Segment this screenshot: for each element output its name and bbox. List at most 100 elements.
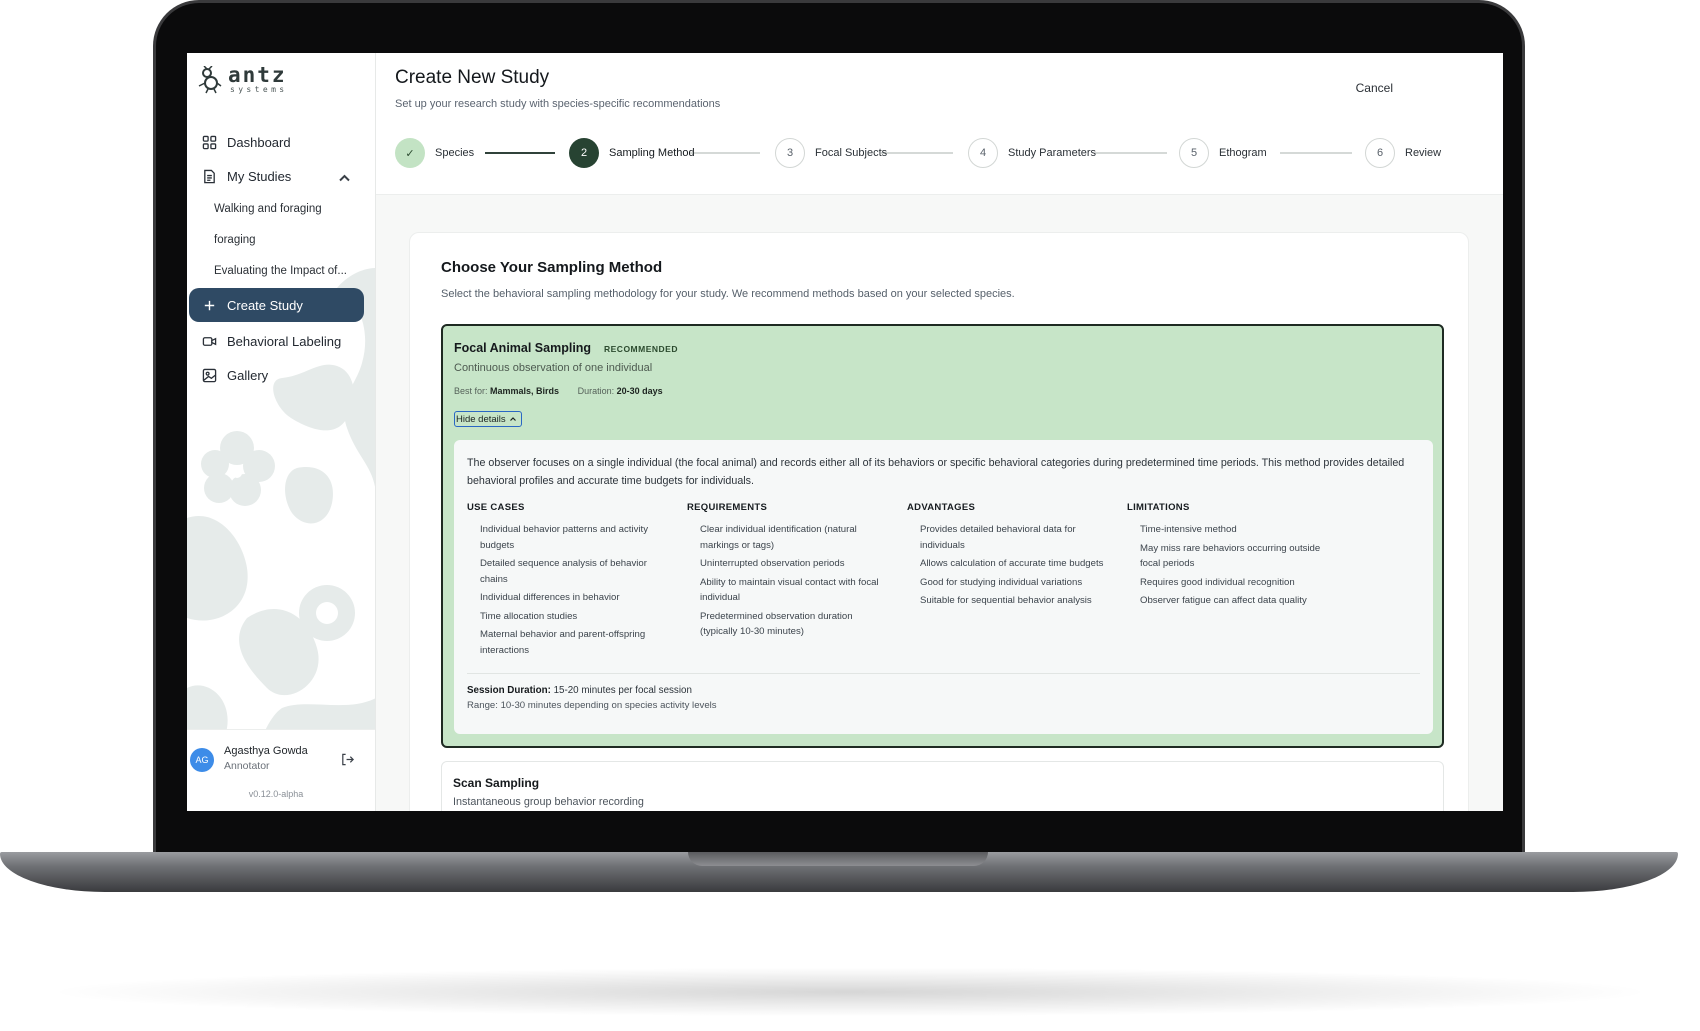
column-heading: USE CASES (467, 502, 525, 513)
session-duration: Session Duration: 15-20 minutes per foca… (467, 685, 692, 696)
ant-logo-icon (198, 65, 222, 93)
page-subtitle: Set up your research study with species-… (395, 98, 721, 110)
screen: antz systems Dashboard My Studies Walkin… (187, 53, 1503, 811)
method-option-focal-animal-sampling[interactable]: Focal Animal Sampling RECOMMENDED Contin… (441, 324, 1444, 748)
chevron-up-icon (509, 417, 516, 421)
logo-subtitle: systems (230, 85, 288, 94)
image-icon (202, 368, 217, 382)
list-item: Good for studying individual variations (920, 576, 1083, 588)
list-item: Time-intensive method (1140, 524, 1237, 535)
list-item: Allows calculation of accurate time budg… (920, 558, 1104, 569)
sidebar-item-create-study[interactable]: Create Study (189, 288, 364, 322)
list-item: Observer fatigue can affect data quality (1140, 595, 1307, 606)
sidebar-study-link[interactable]: Evaluating the Impact of... (187, 255, 375, 286)
method-option-scan-sampling[interactable]: Scan Sampling Instantaneous group behavi… (441, 761, 1444, 811)
sidebar-item-gallery[interactable]: Gallery (187, 358, 375, 392)
step-number: 4 (968, 138, 998, 168)
duration-value: 20-30 days (616, 386, 663, 396)
step-number: 5 (1179, 138, 1209, 168)
list-item: Individual behavior patterns and activit… (480, 524, 648, 551)
step-focal-subjects[interactable]: 3 Focal Subjects (775, 137, 887, 169)
sidebar-item-label: Behavioral Labeling (227, 333, 342, 349)
method-description: Continuous observation of one individual (454, 362, 653, 374)
list-item: Predetermined observation duration (typi… (700, 610, 853, 638)
list-item: Maternal behavior and parent-offspring i… (480, 629, 646, 656)
sidebar-study-link[interactable]: Walking and foraging (187, 193, 375, 224)
column-heading: LIMITATIONS (1127, 502, 1190, 513)
antz-logo[interactable]: antz systems (198, 65, 288, 94)
hide-details-button[interactable]: Hide details (454, 411, 522, 427)
column-heading: ADVANTAGES (907, 502, 976, 513)
step-connector (881, 152, 953, 154)
logout-icon[interactable] (340, 752, 355, 767)
user-name: Agasthya Gowda (224, 745, 308, 757)
step-connector (1095, 152, 1167, 154)
list-item: Requires good individual recognition (1140, 576, 1295, 588)
list-item: Ability to maintain visual contact with … (700, 576, 879, 604)
sidebar-item-dashboard[interactable]: Dashboard (187, 125, 375, 159)
step-review[interactable]: 6 Review (1365, 137, 1441, 169)
step-label: Species (435, 147, 475, 159)
sidebar: antz systems Dashboard My Studies Walkin… (187, 53, 376, 811)
step-connector (690, 152, 760, 154)
video-camera-icon (202, 336, 217, 346)
step-connector (1280, 152, 1352, 154)
session-duration-label: Session Duration: (467, 685, 551, 696)
sidebar-item-behavioral-labeling[interactable]: Behavioral Labeling (187, 324, 375, 358)
limitations-column: LIMITATIONS Time-intensive method May mi… (1127, 502, 1327, 612)
method-description: Instantaneous group behavior recording (453, 796, 644, 808)
document-icon (204, 169, 215, 183)
check-icon: ✓ (395, 138, 425, 168)
sidebar-study-link[interactable]: foraging (187, 224, 375, 255)
method-details-panel: The observer focuses on a single individ… (454, 440, 1433, 734)
avatar[interactable]: AG (190, 748, 214, 772)
sidebar-item-label: Dashboard (227, 134, 291, 150)
wizard-stepper: ✓ Species 2 Sampling Method 3 Focal Subj… (395, 137, 1495, 169)
step-species[interactable]: ✓ Species (395, 137, 474, 169)
session-duration-value: 15-20 minutes per focal session (553, 685, 692, 696)
section-title: Choose Your Sampling Method (441, 259, 663, 276)
best-for-label: Best for: (454, 386, 488, 396)
divider (467, 673, 1420, 674)
list-item: Clear individual identification (natural… (700, 524, 857, 551)
best-for-value: Mammals, Birds (490, 386, 560, 396)
step-ethogram[interactable]: 5 Ethogram (1179, 137, 1267, 169)
duration-label: Duration: (577, 386, 615, 396)
method-name: Scan Sampling (453, 776, 540, 790)
column-heading: REQUIREMENTS (687, 502, 768, 513)
chevron-up-icon[interactable] (337, 170, 352, 185)
list-item: Suitable for sequential behavior analysi… (920, 595, 1092, 606)
step-sampling-method[interactable]: 2 Sampling Method (569, 137, 695, 169)
sidebar-item-my-studies[interactable]: My Studies (187, 159, 375, 193)
use-cases-column: USE CASES Individual behavior patterns a… (467, 502, 667, 661)
cancel-button[interactable]: Cancel (1353, 81, 1393, 99)
step-connector (485, 152, 555, 154)
step-number: 3 (775, 138, 805, 168)
plus-icon (204, 300, 215, 310)
laptop-hinge-notch (688, 852, 988, 866)
step-number: 6 (1365, 138, 1395, 168)
laptop-floor-shadow (60, 968, 1640, 1016)
step-label: Ethogram (1219, 147, 1267, 159)
method-details-text: The observer focuses on a single individ… (467, 457, 1405, 487)
method-meta: Best for: Mammals, Birds Duration: 20-30… (454, 386, 663, 396)
step-label: Review (1405, 147, 1442, 159)
sampling-method-card: Choose Your Sampling Method Select the b… (409, 232, 1469, 811)
list-item: Uninterrupted observation periods (700, 558, 845, 569)
recommended-badge: RECOMMENDED (604, 344, 678, 354)
list-item: Individual differences in behavior (480, 592, 620, 603)
sidebar-item-label: Gallery (227, 367, 269, 383)
step-study-parameters[interactable]: 4 Study Parameters (968, 137, 1096, 169)
sidebar-nav: Dashboard My Studies Walking and foragin… (187, 125, 375, 392)
method-name: Focal Animal Sampling (454, 341, 592, 355)
list-item: Provides detailed behavioral data for in… (920, 524, 1076, 551)
grid-icon (202, 135, 217, 149)
hide-details-label: Hide details (456, 413, 506, 425)
user-role: Annotator (224, 760, 270, 772)
section-subtitle: Select the behavioral sampling methodolo… (441, 288, 1015, 300)
user-panel: AG Agasthya Gowda Annotator v0.12.0-alph… (187, 729, 375, 811)
step-number: 2 (569, 138, 599, 168)
list-item: May miss rare behaviors occurring outsid… (1140, 542, 1321, 570)
step-label: Focal Subjects (815, 147, 888, 159)
advantages-column: ADVANTAGES Provides detailed behavioral … (907, 502, 1107, 612)
